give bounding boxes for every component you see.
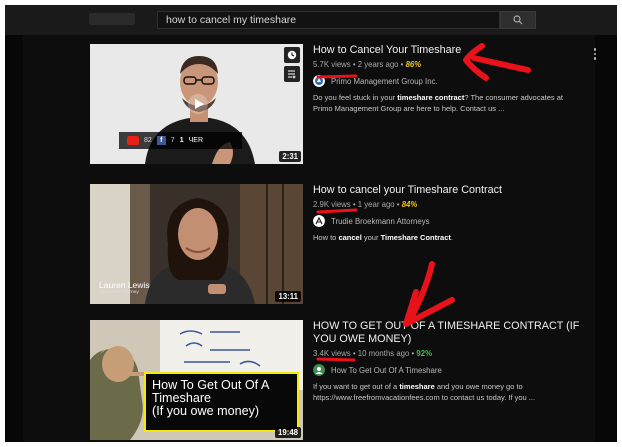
watch-later-button[interactable] [284,47,300,63]
thumbnail-subtitle-text: (If you owe money) [152,404,260,418]
video-description: How to cancel your Timeshare Contract. [313,233,583,244]
video-title[interactable]: HOW TO GET OUT OF A TIMESHARE CONTRACT (… [313,320,583,346]
video-thumbnail[interactable]: Lauren Lewis Associate Attorney 13:11 [90,184,303,304]
channel-row[interactable]: How To Get Out Of A Timeshare [313,364,583,376]
desc-highlight: cancel [338,233,362,242]
channel-avatar [313,75,325,87]
video-duration: 13:11 [275,291,301,302]
like-percent: 92% [416,349,433,358]
add-to-queue-icon [288,70,296,79]
channel-name: Trudie Broekmann Attorneys [331,216,430,226]
channel-row[interactable]: Trudie Broekmann Attorneys [313,215,583,227]
desc-text: your [361,233,381,242]
video-info: How to Cancel Your Timeshare 5.7K views … [313,44,583,114]
left-gutter [5,35,23,442]
more-vert-icon[interactable] [592,48,598,62]
video-meta: 5.7K views • 2 years ago • 86% [313,60,422,69]
channel-avatar [313,215,325,227]
video-info: How to cancel your Timeshare Contract 2.… [313,184,583,244]
video-thumbnail[interactable]: How To Get Out Of A Timeshare (If you ow… [90,320,303,440]
channel-name: Primo Management Group Inc. [331,76,438,86]
view-count: 3.4K views [313,349,351,358]
thumbnail-title-box: How To Get Out Of A Timeshare (If you ow… [144,372,299,432]
upload-age: 1 year ago [357,200,395,209]
facebook-icon: f [156,136,166,145]
overlay-role: Associate Attorney [99,290,139,295]
like-percent: 84% [401,200,418,209]
overlay-extra: 1 [179,137,184,144]
video-meta: 2.9K views • 1 year ago • 84% [313,200,418,209]
desc-text: . [450,233,453,242]
video-thumbnail[interactable]: 82 f 7 1 ЧER 2:31 [90,44,303,164]
desc-text: How to [313,233,339,242]
name-overlay: Lauren Lewis Associate Attorney [99,280,150,295]
right-gutter [595,35,617,442]
video-info: HOW TO GET OUT OF A TIMESHARE CONTRACT (… [313,320,583,403]
top-bar: how to cancel my timeshare [5,5,617,35]
like-percent: 86% [405,60,422,69]
video-meta: 3.4K views • 10 months ago • 92% [313,349,433,358]
add-to-queue-button[interactable] [284,66,300,82]
desc-highlight: timeshare contract [397,93,465,102]
youtube-icon [127,136,139,145]
video-description: If you want to get out of a timeshare an… [313,382,583,403]
desc-text: If you want to get out of a [313,382,400,391]
social-overlay: 82 f 7 1 ЧER [119,132,242,149]
desc-highlight: timeshare [399,382,435,391]
video-description: Do you feel stuck in your timeshare cont… [313,93,583,114]
logo[interactable] [89,13,135,25]
youtube-count: 82 [144,137,152,144]
channel-name: How To Get Out Of A Timeshare [331,365,442,375]
channel-row[interactable]: Primo Management Group Inc. [313,75,583,87]
overlay-extra-text: ЧER [188,137,203,144]
watch-later-icon [287,50,297,60]
video-title[interactable]: How to Cancel Your Timeshare [313,44,583,57]
channel-avatar [313,364,325,376]
search-button[interactable] [500,11,536,29]
video-duration: 2:31 [279,151,301,162]
view-count: 5.7K views [313,60,351,69]
desc-text: Do you feel stuck in your [313,93,398,102]
overlay-name: Lauren Lewis [99,280,150,290]
search-icon [513,15,523,25]
upload-age: 10 months ago [357,349,410,358]
view-count: 2.9K views [313,200,351,209]
facebook-count: 7 [170,137,175,144]
upload-age: 2 years ago [357,60,399,69]
thumbnail-title-text: How To Get Out Of A Timeshare [152,378,269,405]
video-title[interactable]: How to cancel your Timeshare Contract [313,184,583,197]
search-input[interactable]: how to cancel my timeshare [157,11,500,29]
desc-highlight: Timeshare Contract [380,233,451,242]
video-duration: 19:48 [275,427,301,438]
